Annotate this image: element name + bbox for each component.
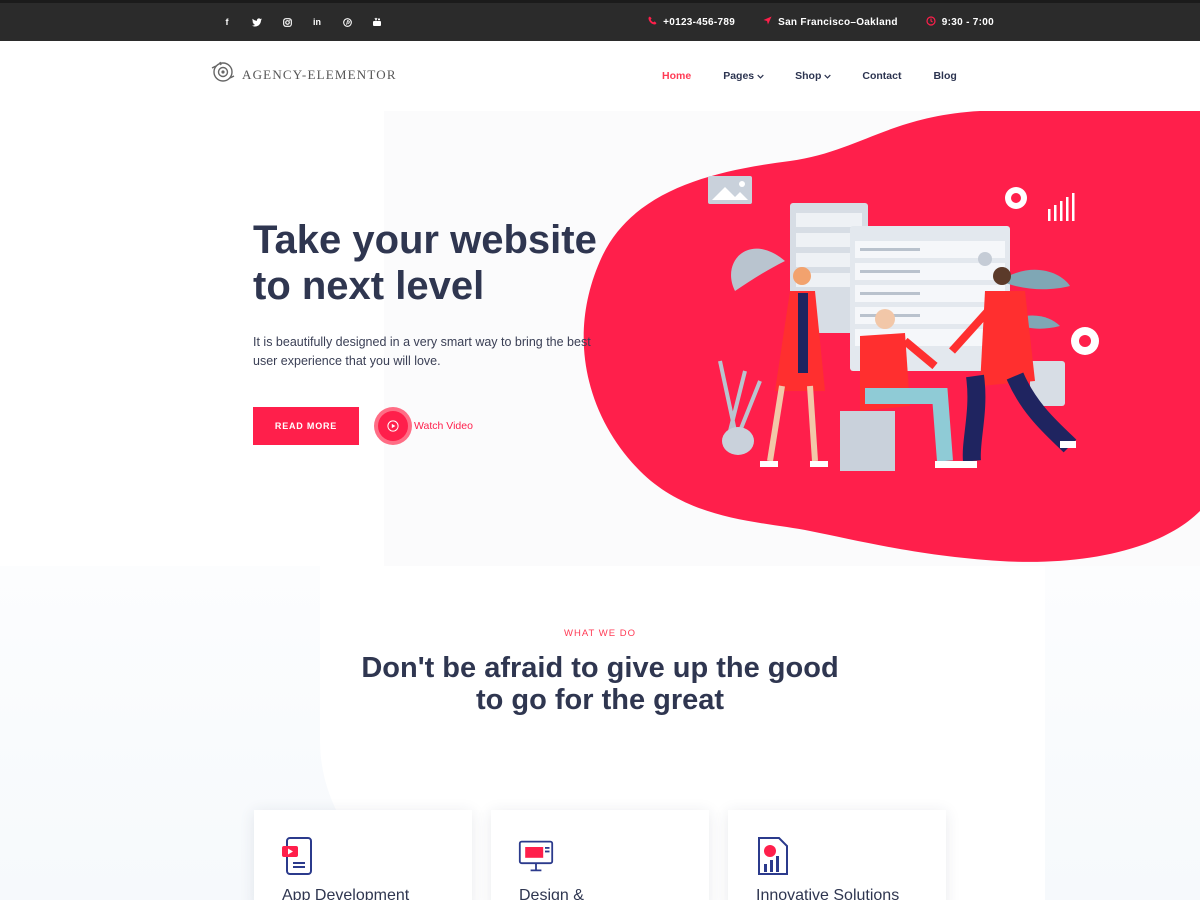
logo-text: AGENCY-ELEMENTOR bbox=[242, 66, 397, 82]
report-chart-icon bbox=[758, 837, 788, 875]
site-header: AGENCY-ELEMENTOR Home Pages Shop Contact… bbox=[0, 41, 1200, 111]
hero-title-line1: Take your website bbox=[253, 218, 597, 262]
logo-mark-icon bbox=[210, 60, 236, 89]
service-card-title: Design & bbox=[519, 887, 584, 900]
top-bar: f in +0123-456-789 San Francisco–Oakland bbox=[0, 0, 1200, 41]
hero-subtitle: It is beautifully designed in a very sma… bbox=[253, 335, 591, 368]
service-card-design[interactable]: Design & bbox=[491, 810, 709, 900]
contact-info: +0123-456-789 San Francisco–Oakland 9:30… bbox=[648, 3, 994, 41]
phone-contact[interactable]: +0123-456-789 bbox=[648, 16, 735, 28]
hero-illustration bbox=[583, 111, 1200, 562]
design-monitor-icon bbox=[518, 840, 554, 872]
mobile-app-icon bbox=[282, 837, 312, 875]
location-arrow-icon bbox=[763, 16, 772, 28]
nav-blog[interactable]: Blog bbox=[933, 70, 956, 82]
service-card-title: Innovative Solutions bbox=[756, 887, 900, 900]
service-card-innovative-solutions[interactable]: Innovative Solutions bbox=[728, 810, 946, 900]
hours-text: 9:30 - 7:00 bbox=[941, 16, 994, 28]
nav-shop[interactable]: Shop bbox=[795, 70, 832, 82]
section-eyebrow: WHAT WE DO bbox=[564, 628, 636, 639]
main-nav: Home Pages Shop Contact Blog bbox=[662, 70, 957, 82]
social-links: f in bbox=[212, 3, 392, 41]
location-contact[interactable]: San Francisco–Oakland bbox=[763, 16, 898, 28]
play-button-ring[interactable] bbox=[374, 407, 412, 445]
phone-number: +0123-456-789 bbox=[663, 16, 736, 28]
hours-contact: 9:30 - 7:00 bbox=[926, 15, 994, 29]
pinterest-icon[interactable] bbox=[332, 3, 362, 41]
nav-pages[interactable]: Pages bbox=[723, 70, 764, 82]
instagram-icon[interactable] bbox=[272, 3, 302, 41]
read-more-button[interactable]: READ MORE bbox=[253, 407, 359, 445]
chevron-down-icon bbox=[824, 74, 832, 79]
section-title-line2: to go for the great bbox=[475, 684, 725, 716]
logo[interactable]: AGENCY-ELEMENTOR bbox=[210, 60, 397, 89]
youtube-icon[interactable] bbox=[362, 3, 392, 41]
nav-contact[interactable]: Contact bbox=[862, 70, 901, 82]
linkedin-icon[interactable]: in bbox=[302, 3, 332, 41]
section-title: Don't be afraid to give up the good to g… bbox=[300, 652, 900, 716]
service-card-title: App Development bbox=[282, 887, 410, 900]
pie-chart-icon bbox=[1005, 187, 1027, 209]
watch-video-label: Watch Video bbox=[414, 420, 473, 432]
clock-icon bbox=[926, 15, 936, 29]
location-text: San Francisco–Oakland bbox=[778, 16, 898, 28]
hero-title: Take your website to next level bbox=[253, 217, 633, 309]
nav-shop-label: Shop bbox=[795, 70, 822, 82]
image-card-icon bbox=[708, 176, 752, 204]
hero-title-line2: to next level bbox=[253, 264, 485, 308]
nav-home[interactable]: Home bbox=[662, 70, 691, 82]
service-card-app-development[interactable]: App Development bbox=[254, 810, 472, 900]
pie-chart-icon bbox=[1071, 327, 1099, 355]
play-icon bbox=[378, 411, 408, 441]
chevron-down-icon bbox=[757, 74, 764, 79]
section-title-line1: Don't be afraid to give up the good bbox=[361, 652, 839, 684]
twitter-icon[interactable] bbox=[242, 3, 272, 41]
phone-icon bbox=[648, 16, 657, 28]
watch-video-button[interactable]: Watch Video bbox=[374, 407, 473, 445]
nav-pages-label: Pages bbox=[723, 70, 755, 82]
facebook-icon[interactable]: f bbox=[212, 3, 242, 41]
